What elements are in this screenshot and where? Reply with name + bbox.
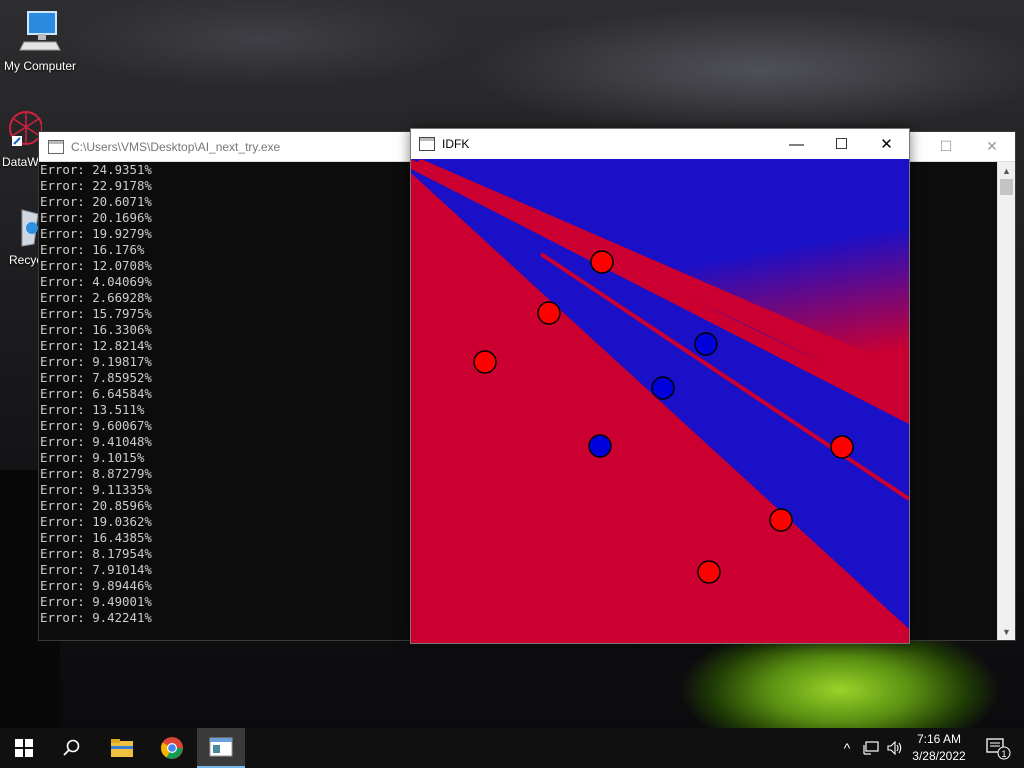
console-line: Error: 12.8214% [40,338,152,353]
console-line: Error: 9.1015% [40,450,145,465]
desktop-tent-glow [650,640,1024,730]
console-line: Error: 19.0362% [40,514,152,529]
console-line: Error: 20.8596% [40,498,152,513]
console-close-button[interactable]: ✕ [969,132,1015,161]
red-data-point [697,560,721,584]
red-data-point [590,250,614,274]
console-line: Error: 22.9178% [40,178,152,193]
idfk-window[interactable]: IDFK — ☐ ✕ [410,128,910,644]
scroll-up-icon[interactable]: ▲ [998,162,1015,179]
red-data-point [769,508,793,532]
desktop-icon-label: DataW [2,155,39,169]
blue-data-point [694,332,718,356]
maximize-icon: ☐ [834,136,849,153]
action-center-button[interactable]: 1 [978,728,1018,768]
idfk-close-button[interactable]: ✕ [864,129,909,159]
tray-overflow-button[interactable]: ^ [838,728,856,768]
scroll-down-icon[interactable]: ▼ [998,623,1015,640]
volume-button[interactable] [884,728,906,768]
clock[interactable]: 7:16 AM 3/28/2022 [905,731,973,765]
file-explorer-button[interactable] [98,728,146,768]
red-data-point [473,350,497,374]
console-line: Error: 19.9279% [40,226,152,241]
console-line: Error: 9.42241% [40,610,152,625]
search-icon [63,739,80,756]
idfk-minimize-button[interactable]: — [774,129,819,159]
app-window-icon [209,737,233,757]
console-line: Error: 8.87279% [40,466,152,481]
console-line: Error: 9.41048% [40,434,152,449]
chevron-up-icon: ^ [843,740,851,756]
blue-data-point [588,434,612,458]
console-line: Error: 16.3306% [40,322,152,337]
close-icon: ✕ [986,138,998,154]
notification-count: 1 [1001,749,1006,759]
idfk-taskbar-button[interactable] [197,728,245,768]
folder-icon [111,739,133,757]
decision-boundary-canvas [411,159,909,643]
console-line: Error: 20.1696% [40,210,152,225]
network-icon [863,741,879,755]
chrome-icon [161,737,183,759]
console-line: Error: 6.64584% [40,386,152,401]
search-button[interactable] [48,728,96,768]
recycle-bin-icon [21,209,39,247]
console-line: Error: 24.9351% [40,162,152,177]
scroll-thumb[interactable] [1000,179,1013,195]
idfk-title: IDFK [442,137,470,151]
blue-data-point [651,376,675,400]
console-line: Error: 2.66928% [40,290,152,305]
console-line: Error: 9.19817% [40,354,152,369]
windows-icon [15,739,33,757]
desktop-icon-label: My Computer [3,59,77,73]
maximize-icon: ☐ [939,138,953,154]
red-data-point [537,301,561,325]
console-line: Error: 4.04069% [40,274,152,289]
console-line: Error: 16.176% [40,242,145,257]
console-line: Error: 9.11335% [40,482,152,497]
desktop-icon-dataw[interactable]: DataW [0,106,42,169]
console-line: Error: 12.0708% [40,258,152,273]
clock-time: 7:16 AM [916,732,962,746]
taskbar: ^ 7:16 AM 3/28/2022 1 [0,728,1024,768]
network-button[interactable] [860,728,882,768]
desktop-icon-label: Recyc [9,253,42,267]
console-line: Error: 16.4385% [40,530,152,545]
computer-icon [19,11,61,51]
console-title: C:\Users\VMS\Desktop\AI_next_try.exe [71,139,281,154]
desktop-icon-recycle-bin[interactable]: Recyc [2,206,42,267]
speaker-icon [887,741,902,755]
console-line: Error: 8.17954% [40,546,152,561]
chrome-button[interactable] [148,728,196,768]
desktop-icon-my-computer[interactable]: My Computer [0,8,80,73]
idfk-app-icon [419,137,435,151]
red-data-point [830,435,854,459]
console-output: Error: 24.9351% Error: 22.9178% Error: 20.… [40,162,152,626]
minimize-icon: — [789,135,804,153]
console-line: Error: 7.85952% [40,370,152,385]
console-app-icon [48,139,64,154]
console-line: Error: 20.6071% [40,194,152,209]
clock-date: 3/28/2022 [912,749,966,763]
console-line: Error: 7.91014% [40,562,152,577]
console-line: Error: 15.7975% [40,306,152,321]
console-maximize-button[interactable]: ☐ [923,132,969,161]
idfk-maximize-button[interactable]: ☐ [819,129,864,159]
close-icon: ✕ [880,136,893,153]
start-button[interactable] [0,728,48,768]
console-line: Error: 9.49001% [40,594,152,609]
console-line: Error: 9.60067% [40,418,152,433]
console-line: Error: 9.89446% [40,578,152,593]
dataw-icon [9,111,42,146]
console-line: Error: 13.511% [40,402,145,417]
notification-icon: 1 [986,738,1011,760]
console-scrollbar[interactable]: ▲ ▼ [997,162,1015,640]
